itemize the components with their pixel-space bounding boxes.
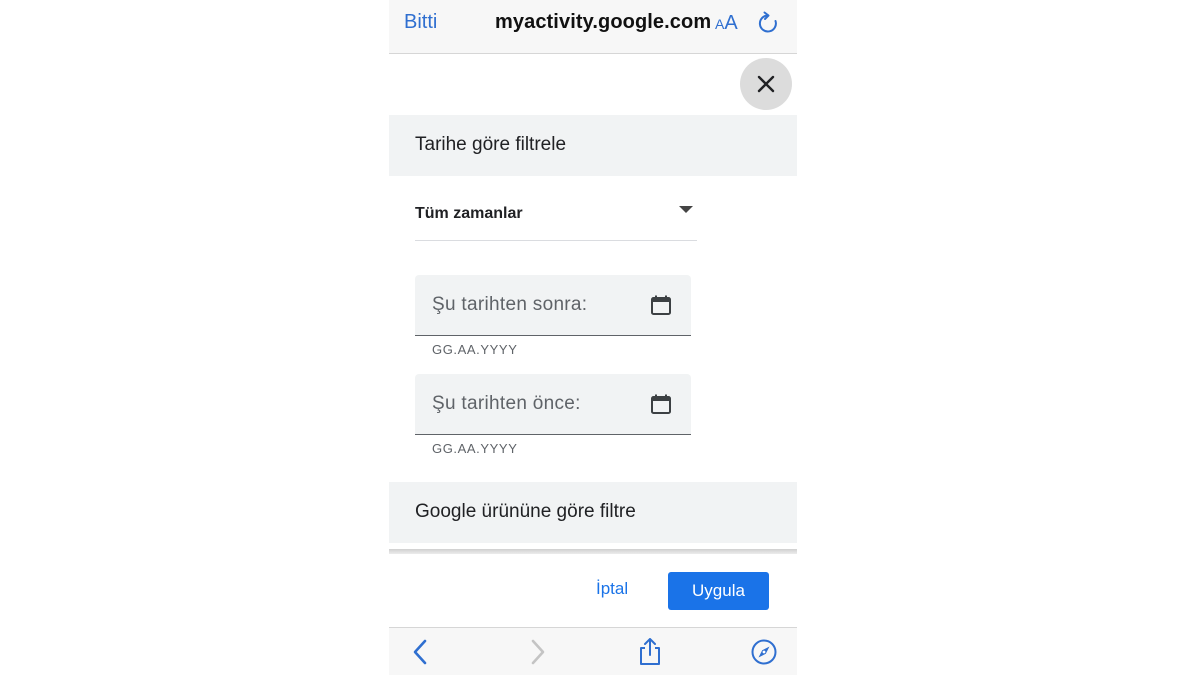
calendar-icon[interactable] [649, 392, 673, 416]
text-size-small-glyph: A [715, 16, 725, 32]
time-range-dropdown[interactable]: Tüm zamanlar [415, 190, 697, 241]
url-display[interactable]: myactivity.google.com [495, 11, 711, 34]
after-date-hint: GG.AA.YYYY [432, 342, 518, 357]
chevron-down-icon [679, 206, 693, 213]
browser-bottom-bar [389, 627, 797, 675]
reload-icon[interactable] [756, 11, 780, 35]
forward-chevron-icon[interactable] [523, 638, 551, 666]
browser-top-bar: Bitti myactivity.google.com AA [389, 0, 797, 54]
product-filter-title: Google ürününe göre filtre [415, 501, 636, 522]
text-size-large-glyph: A [724, 12, 738, 34]
back-chevron-icon[interactable] [407, 638, 435, 666]
date-filter-title: Tarihe göre filtrele [415, 134, 567, 155]
done-button[interactable]: Bitti [404, 11, 437, 34]
phone-screen: Bitti myactivity.google.com AA Tarihe gö… [389, 0, 797, 675]
before-date-hint: GG.AA.YYYY [432, 441, 518, 456]
close-button[interactable] [740, 58, 792, 110]
calendar-icon[interactable] [649, 293, 673, 317]
before-date-field[interactable]: Şu tarihten önce: [415, 374, 691, 435]
before-date-label: Şu tarihten önce: [432, 393, 581, 414]
close-icon [757, 75, 775, 93]
apply-button[interactable]: Uygula [668, 572, 769, 610]
action-bar-divider [389, 549, 797, 554]
time-range-value: Tüm zamanlar [415, 205, 523, 222]
text-size-button[interactable]: AA [715, 12, 738, 35]
cancel-button[interactable]: İptal [596, 579, 628, 599]
after-date-field[interactable]: Şu tarihten sonra: [415, 275, 691, 336]
after-date-label: Şu tarihten sonra: [432, 294, 588, 315]
date-filter-header: Tarihe göre filtrele [389, 115, 797, 176]
product-filter-header[interactable]: Google ürününe göre filtre [389, 482, 797, 543]
compass-icon[interactable] [750, 638, 778, 666]
share-icon[interactable] [636, 638, 664, 666]
